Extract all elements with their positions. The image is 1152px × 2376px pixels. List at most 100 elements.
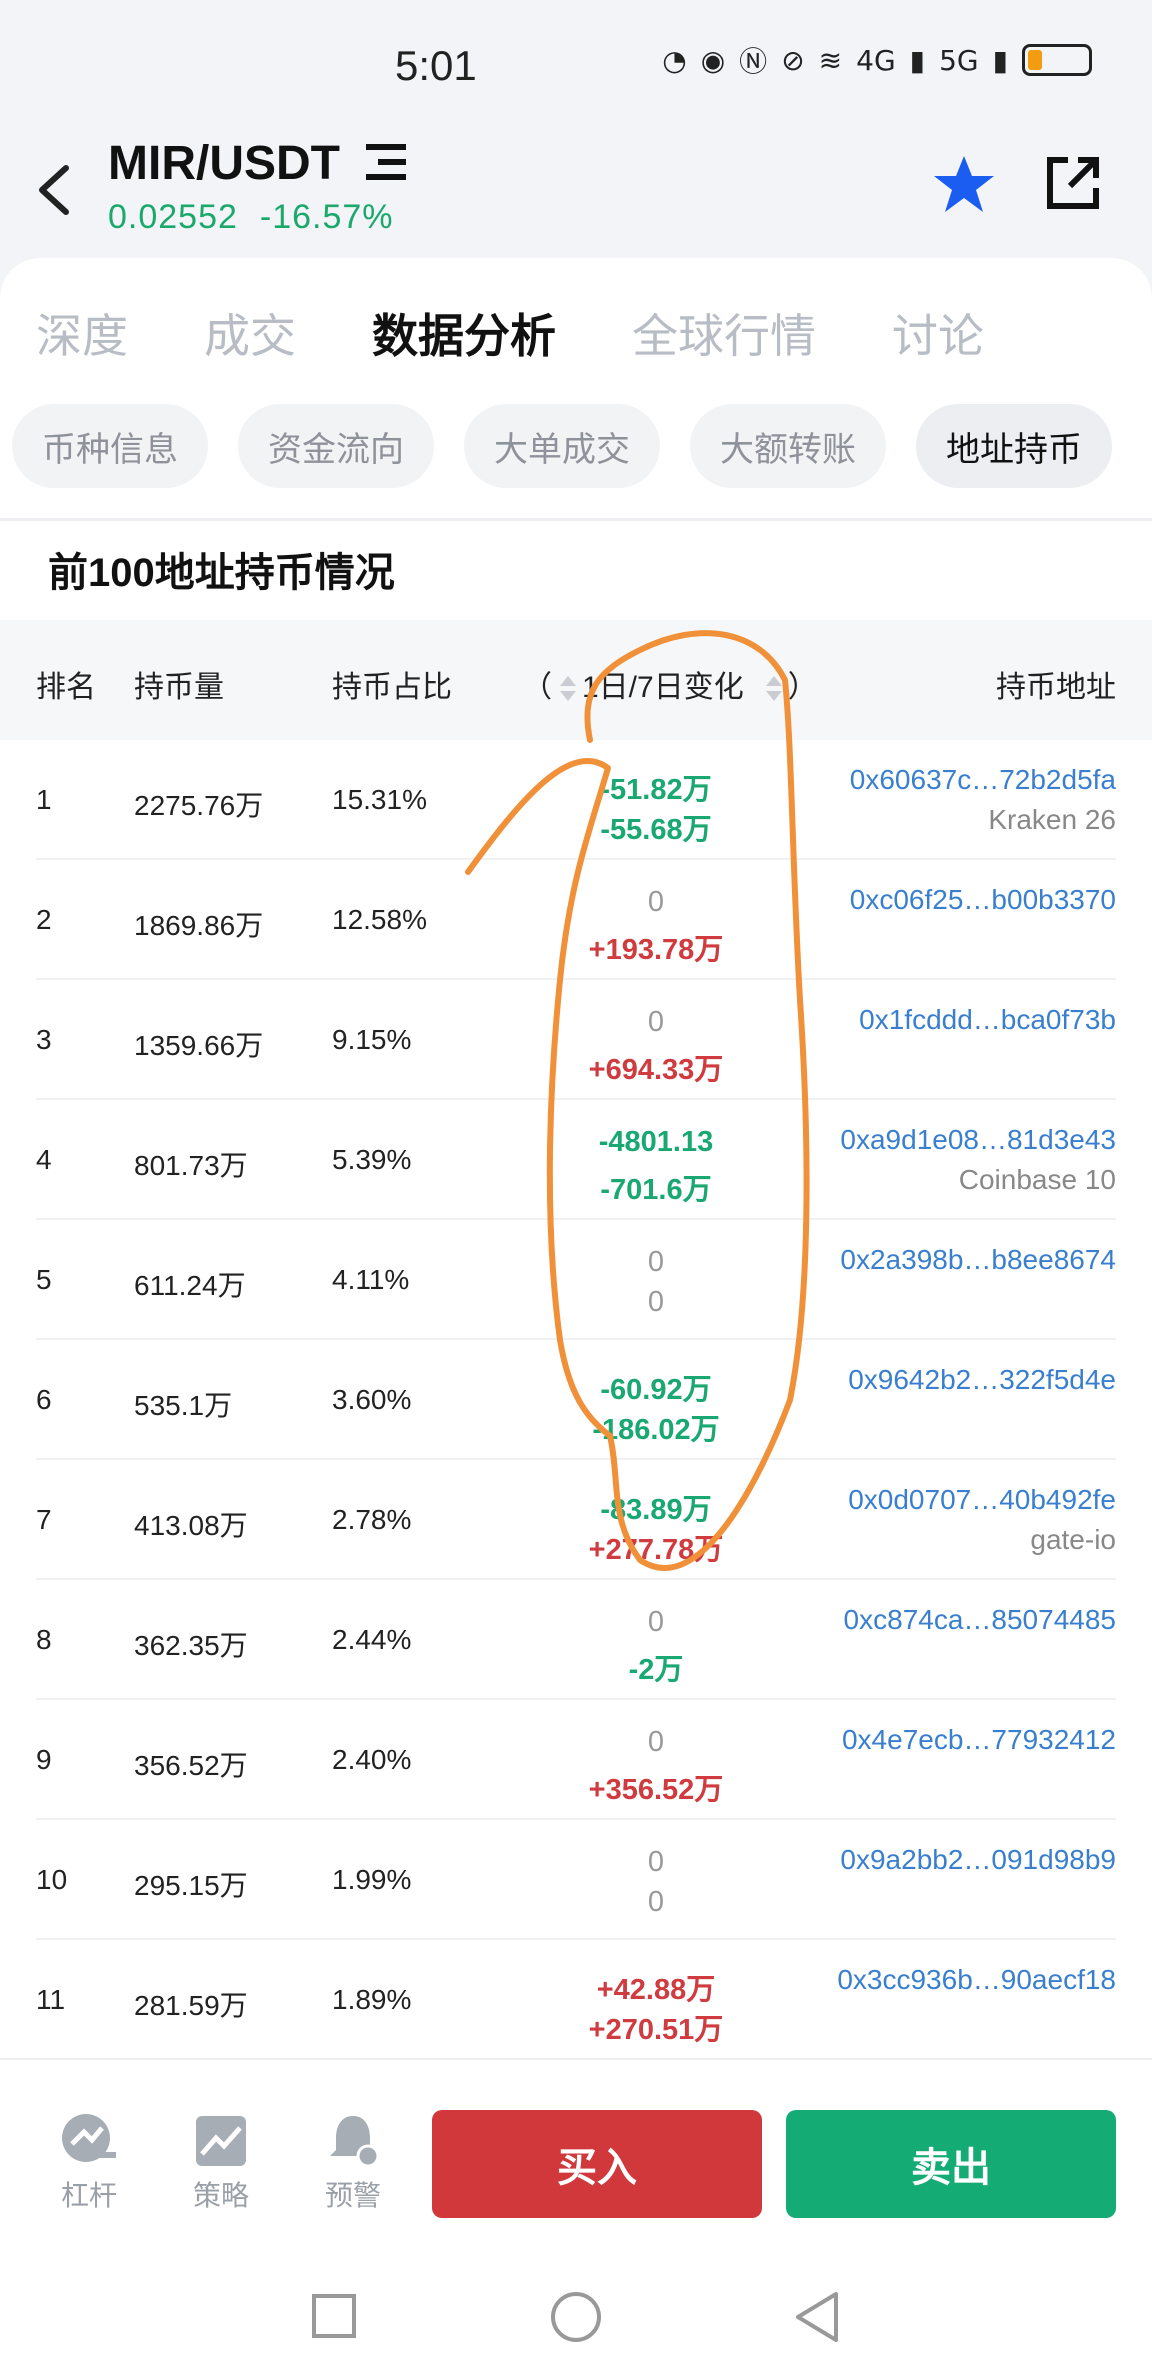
back-arrow-icon[interactable] xyxy=(30,160,80,220)
table-row[interactable]: 1 2275.76万 15.31% -51.82万 -55.68万 0x60637c…72… xyxy=(36,740,1116,860)
pct-cell: 1.99% xyxy=(332,1864,412,1895)
header-change[interactable]: （ 1日/7日变化 ） xyxy=(522,662,818,706)
table-row[interactable]: 5 611.24万 4.11% 0 0 0x2a398b…b8ee8674 xyxy=(36,1220,1116,1340)
strategy-label: 策略 xyxy=(192,2180,249,2211)
change-1d-cell: +42.88万 xyxy=(596,1974,716,2006)
sort-icon[interactable] xyxy=(558,674,576,704)
leverage-label: 杠杆 xyxy=(60,2180,117,2211)
signal-icon: ▮ xyxy=(909,43,926,77)
change-7d-cell: -186.02万 xyxy=(592,1414,720,1446)
alert-bell-icon xyxy=(330,2116,380,2168)
sort-icon[interactable] xyxy=(764,674,782,704)
qty-cell: 295.15万 xyxy=(134,1870,248,1901)
alert-label: 预警 xyxy=(324,2180,381,2211)
chip-coin-info[interactable]: 币种信息 xyxy=(12,404,208,488)
rank-cell: 8 xyxy=(36,1624,52,1655)
recents-icon[interactable] xyxy=(312,2294,356,2338)
share-icon[interactable] xyxy=(1044,154,1102,212)
section-title: 前100地址持币情况 xyxy=(48,551,395,595)
address-link[interactable]: 0x9a2bb2…091d98b9 xyxy=(840,1844,1116,1876)
mute-icon: ⊘ xyxy=(781,43,805,77)
leverage-button[interactable]: 杠杆 xyxy=(44,2110,134,2214)
change-7d-cell: -55.68万 xyxy=(600,814,712,846)
signal-icon: ▮ xyxy=(992,43,1008,77)
change-7d-cell: +356.52万 xyxy=(588,1774,724,1806)
change-7d-cell: +193.78万 xyxy=(588,934,724,966)
qty-cell: 1869.86万 xyxy=(134,910,264,941)
table-row[interactable]: 3 1359.66万 9.15% 0 +694.33万 0x1fcddd…bca0f73b xyxy=(36,980,1116,1100)
address-label: gate-io xyxy=(1030,1524,1116,1555)
table-header: 排名 持币量 持币占比 （ 1日/7日变化 ） 持币地址 xyxy=(0,620,1152,740)
change-1d-cell: -4801.13 xyxy=(598,1126,714,1158)
address-link[interactable]: 0xc06f25…b00b3370 xyxy=(850,884,1116,916)
change-7d-cell: -2万 xyxy=(628,1654,684,1686)
qty-cell: 535.1万 xyxy=(134,1390,233,1421)
last-price: 0.02552 xyxy=(108,198,238,236)
pct-cell: 12.58% xyxy=(332,904,427,935)
table-row[interactable]: 10 295.15万 1.99% 0 0 0x9a2bb2…091d98b9 xyxy=(36,1820,1116,1940)
tab-depth[interactable]: 深度 xyxy=(36,300,128,366)
change-1d-cell: 0 xyxy=(647,1726,665,1758)
wifi-icon: ≋ xyxy=(818,43,843,77)
address-link[interactable]: 0xa9d1e08…81d3e43 xyxy=(840,1124,1116,1156)
address-label: Kraken 26 xyxy=(988,804,1116,835)
rank-cell: 4 xyxy=(36,1144,52,1175)
qty-cell: 1359.66万 xyxy=(134,1030,264,1061)
rank-cell: 10 xyxy=(36,1864,68,1895)
rank-cell: 3 xyxy=(36,1024,52,1055)
chip-fund-flow[interactable]: 资金流向 xyxy=(238,404,434,488)
tab-discussion[interactable]: 讨论 xyxy=(892,300,984,366)
chip-address-holdings[interactable]: 地址持币 xyxy=(916,404,1112,488)
pct-cell: 5.39% xyxy=(332,1144,412,1175)
rank-cell: 11 xyxy=(36,1984,66,2015)
leverage-icon xyxy=(62,2114,116,2162)
pair-menu-icon[interactable] xyxy=(366,144,406,184)
change-1d-cell: -60.92万 xyxy=(600,1374,712,1406)
strategy-button[interactable]: 策略 xyxy=(176,2110,266,2214)
address-link[interactable]: 0x1fcddd…bca0f73b xyxy=(859,1004,1116,1036)
address-link[interactable]: 0x2a398b…b8ee8674 xyxy=(840,1244,1116,1276)
chip-large-orders[interactable]: 大单成交 xyxy=(464,404,660,488)
bottom-action-bar: 杠杆 策略 预警 买入 卖出 xyxy=(0,2058,1152,2228)
paren-open: （ xyxy=(522,671,552,704)
table-row[interactable]: 4 801.73万 5.39% -4801.13 -701.6万 0xa9d1e08…81… xyxy=(36,1100,1116,1220)
rank-cell: 1 xyxy=(36,784,52,815)
buy-button[interactable]: 买入 xyxy=(432,2110,762,2218)
address-link[interactable]: 0x60637c…72b2d5fa xyxy=(850,764,1116,796)
chip-large-transfers[interactable]: 大额转账 xyxy=(690,404,886,488)
sell-button[interactable]: 卖出 xyxy=(786,2110,1116,2218)
back-triangle-icon[interactable] xyxy=(792,2290,840,2344)
table-row[interactable]: 2 1869.86万 12.58% 0 +193.78万 0xc06f25…b00b337… xyxy=(36,860,1116,980)
header-change-label: 1日/7日变化 xyxy=(582,671,744,704)
address-link[interactable]: 0x3cc936b…90aecf18 xyxy=(837,1964,1116,1996)
qty-cell: 801.73万 xyxy=(134,1150,248,1181)
status-icons: ◔ ◉ Ⓝ ⊘ ≋ 4G ▮ 5G ▮ xyxy=(662,40,1092,80)
address-link[interactable]: 0x4e7ecb…77932412 xyxy=(842,1724,1116,1756)
header-address: 持币地址 xyxy=(996,671,1116,704)
table-row[interactable]: 8 362.35万 2.44% 0 -2万 0xc874ca…85074485 xyxy=(36,1580,1116,1700)
tab-trades[interactable]: 成交 xyxy=(204,300,296,366)
address-link[interactable]: 0x9642b2…322f5d4e xyxy=(848,1364,1116,1396)
battery-icon xyxy=(1022,44,1092,76)
favorite-star-icon[interactable] xyxy=(932,152,996,216)
qty-cell: 281.59万 xyxy=(134,1990,248,2021)
pair-title[interactable]: MIR/USDT xyxy=(108,136,340,191)
rank-cell: 5 xyxy=(36,1264,52,1295)
address-link[interactable]: 0xc874ca…85074485 xyxy=(844,1604,1116,1636)
qty-cell: 356.52万 xyxy=(134,1750,248,1781)
address-link[interactable]: 0x0d0707…40b492fe xyxy=(848,1484,1116,1516)
header-pct: 持币占比 xyxy=(332,671,452,704)
table-row[interactable]: 9 356.52万 2.40% 0 +356.52万 0x4e7ecb…77932412 xyxy=(36,1700,1116,1820)
alert-button[interactable]: 预警 xyxy=(308,2110,398,2214)
table-row[interactable]: 7 413.08万 2.78% -83.89万 +277.78万 0x0d0707…40b… xyxy=(36,1460,1116,1580)
paren-close: ） xyxy=(787,671,818,704)
rank-cell: 7 xyxy=(36,1504,52,1535)
home-icon[interactable] xyxy=(551,2292,601,2342)
tab-data-analysis[interactable]: 数据分析 xyxy=(372,300,556,366)
pct-cell: 1.89% xyxy=(332,1984,412,2015)
table-row[interactable]: 6 535.1万 3.60% -60.92万 -186.02万 0x9642b2…322f… xyxy=(36,1340,1116,1460)
pct-cell: 9.15% xyxy=(332,1024,412,1055)
table-row[interactable]: 11 281.59万 1.89% +42.88万 +270.51万 0x3cc936b…9… xyxy=(36,1940,1116,2060)
eye-icon: ◉ xyxy=(700,43,726,77)
tab-global-market[interactable]: 全球行情 xyxy=(632,300,816,366)
